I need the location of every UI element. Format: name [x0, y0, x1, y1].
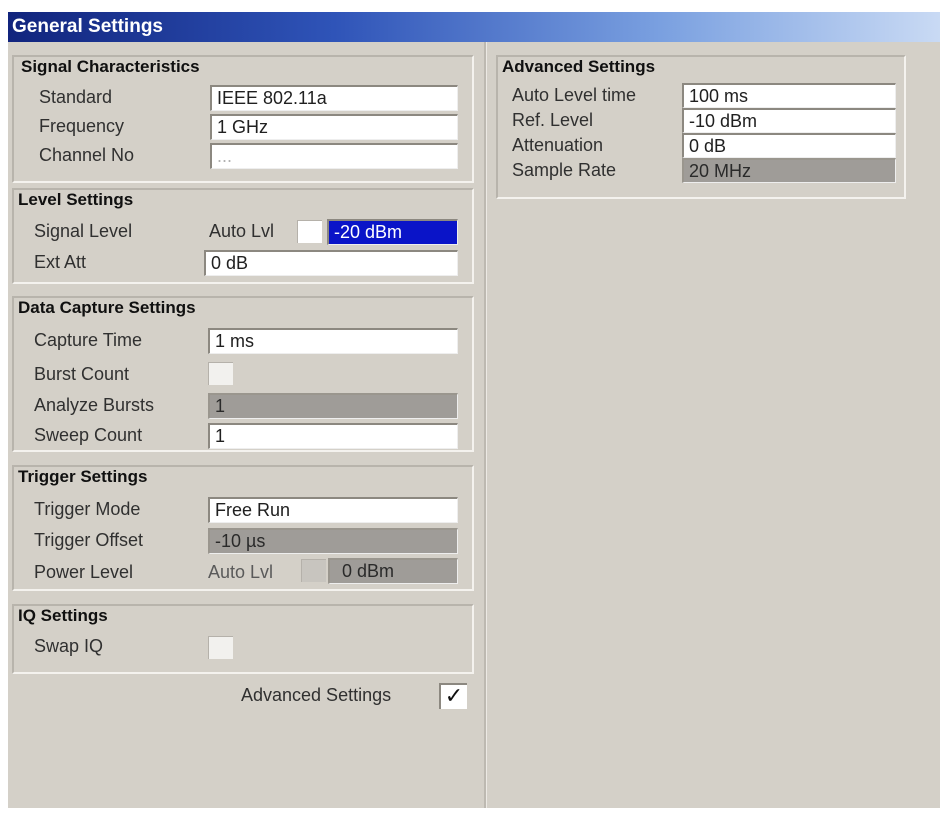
attenuation-field[interactable]: 0 dB — [682, 133, 896, 158]
column-divider — [484, 42, 487, 808]
ext-att-field[interactable]: 0 dB — [204, 250, 458, 276]
trigger-offset-label: Trigger Offset — [34, 530, 144, 550]
group-title: IQ Settings — [18, 606, 108, 625]
auto-level-time-label: Auto Level time — [512, 85, 637, 105]
iq-settings-group: IQ Settings Swap IQ — [12, 604, 474, 674]
analyze-bursts-label: Analyze Bursts — [34, 395, 155, 415]
power-auto-lvl-checkbox — [301, 559, 326, 582]
window-title: General Settings — [8, 12, 940, 42]
swap-iq-checkbox[interactable] — [208, 636, 233, 659]
advanced-settings-checkbox[interactable]: ✓ — [439, 683, 467, 709]
ext-att-label: Ext Att — [34, 252, 87, 272]
group-title: Data Capture Settings — [18, 298, 196, 317]
signal-characteristics-group: Signal Characteristics Standard IEEE 802… — [12, 55, 474, 183]
trigger-offset-field: -10 µs — [208, 528, 458, 554]
sweep-count-label: Sweep Count — [34, 425, 143, 445]
group-title: Signal Characteristics — [21, 57, 200, 76]
level-settings-group: Level Settings Signal Level Auto Lvl -20… — [12, 188, 474, 284]
power-level-label: Power Level — [34, 562, 134, 582]
standard-field[interactable]: IEEE 802.11a — [210, 85, 458, 111]
frequency-label: Frequency — [39, 116, 125, 136]
advanced-settings-group: Advanced Settings Auto Level time 100 ms… — [496, 55, 906, 199]
signal-level-label: Signal Level — [34, 221, 133, 241]
burst-count-checkbox[interactable] — [208, 362, 233, 385]
ref-level-field[interactable]: -10 dBm — [682, 108, 896, 133]
burst-count-label: Burst Count — [34, 364, 130, 384]
data-capture-settings-group: Data Capture Settings Capture Time 1 ms … — [12, 296, 474, 452]
auto-level-time-field[interactable]: 100 ms — [682, 83, 896, 108]
group-title: Level Settings — [18, 190, 134, 209]
channel-no-label: Channel No — [39, 145, 135, 165]
capture-time-label: Capture Time — [34, 330, 143, 350]
signal-level-field[interactable]: -20 dBm — [327, 219, 458, 245]
capture-time-field[interactable]: 1 ms — [208, 328, 458, 354]
swap-iq-label: Swap IQ — [34, 636, 104, 656]
power-level-field: 0 dBm — [328, 558, 458, 584]
power-auto-lvl-label: Auto Lvl — [208, 562, 274, 582]
settings-dialog: Signal Characteristics Standard IEEE 802… — [8, 42, 940, 808]
channel-no-field[interactable]: ... — [210, 143, 458, 169]
sample-rate-field: 20 MHz — [682, 158, 896, 183]
trigger-mode-field[interactable]: Free Run — [208, 497, 458, 523]
attenuation-label: Attenuation — [512, 135, 604, 155]
analyze-bursts-field: 1 — [208, 393, 458, 419]
group-title: Advanced Settings — [502, 57, 656, 76]
trigger-mode-label: Trigger Mode — [34, 499, 141, 519]
standard-label: Standard — [39, 87, 113, 107]
sweep-count-field[interactable]: 1 — [208, 423, 458, 449]
general-settings-window: General Settings Signal Characteristics … — [0, 0, 945, 813]
sample-rate-label: Sample Rate — [512, 160, 617, 180]
auto-lvl-label: Auto Lvl — [209, 221, 275, 241]
ref-level-label: Ref. Level — [512, 110, 594, 130]
trigger-settings-group: Trigger Settings Trigger Mode Free Run T… — [12, 465, 474, 591]
group-title: Trigger Settings — [18, 467, 148, 486]
frequency-field[interactable]: 1 GHz — [210, 114, 458, 140]
advanced-settings-toggle-label: Advanced Settings — [241, 685, 392, 705]
auto-lvl-checkbox[interactable] — [297, 220, 322, 243]
